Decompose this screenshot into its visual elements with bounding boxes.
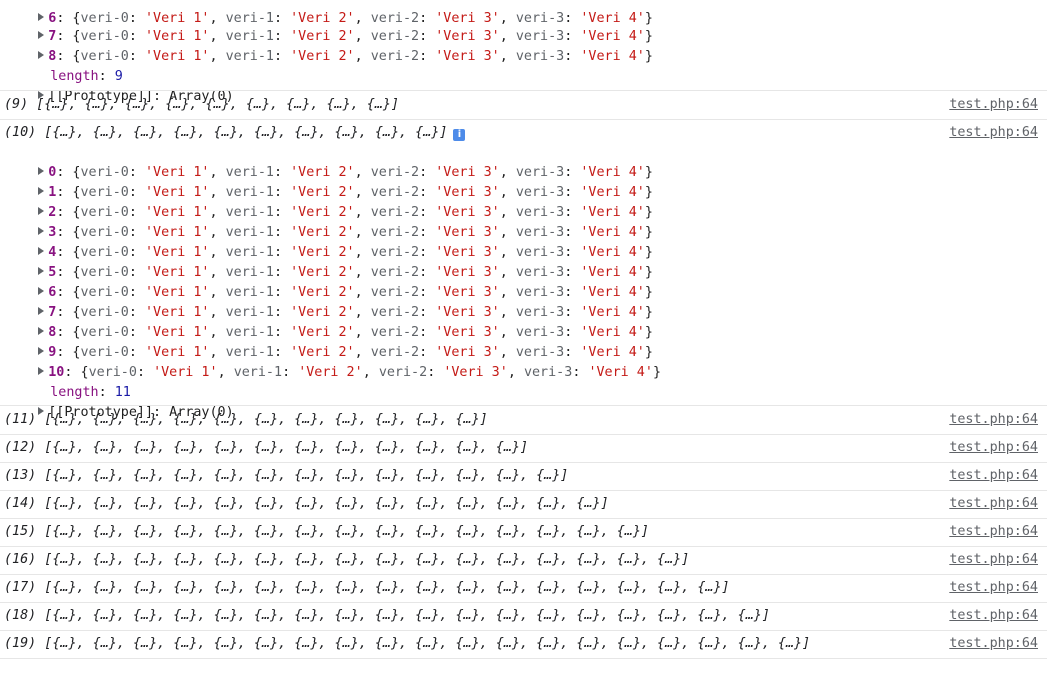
prototype-row[interactable]: [[Prototype]]: Array(0) bbox=[0, 67, 234, 104]
console-message[interactable]: (16) [{…}, {…}, {…}, {…}, {…}, {…}, {…},… bbox=[0, 550, 1047, 575]
console-message[interactable]: (9) [{…}, {…}, {…}, {…}, {…}, {…}, {…}, … bbox=[0, 95, 1047, 120]
source-link[interactable]: test.php:64 bbox=[949, 606, 1038, 626]
length-property: length: 9 bbox=[50, 69, 123, 84]
source-link[interactable]: test.php:64 bbox=[949, 494, 1038, 514]
object-row[interactable]: 9: {veri-0: 'Veri 1', veri-1: 'Veri 2', … bbox=[0, 323, 653, 360]
source-link[interactable]: test.php:64 bbox=[949, 95, 1038, 115]
object-row[interactable]: 1: {veri-0: 'Veri 1', veri-1: 'Veri 2', … bbox=[0, 163, 653, 200]
source-link[interactable]: test.php:64 bbox=[949, 438, 1038, 458]
console-message[interactable]: (13) [{…}, {…}, {…}, {…}, {…}, {…}, {…},… bbox=[0, 466, 1047, 491]
object-row[interactable]: 0: {veri-0: 'Veri 1', veri-1: 'Veri 2', … bbox=[0, 143, 653, 180]
source-link[interactable]: test.php:64 bbox=[949, 578, 1038, 598]
prototype-row[interactable]: [[Prototype]]: Array(0) bbox=[0, 383, 234, 420]
console-message[interactable]: (15) [{…}, {…}, {…}, {…}, {…}, {…}, {…},… bbox=[0, 522, 1047, 547]
object-row[interactable]: 5: {veri-0: 'Veri 1', veri-1: 'Veri 2', … bbox=[0, 243, 653, 280]
object-row[interactable]: 3: {veri-0: 'Veri 1', veri-1: 'Veri 2', … bbox=[0, 203, 653, 240]
console-message[interactable]: (18) [{…}, {…}, {…}, {…}, {…}, {…}, {…},… bbox=[0, 606, 1047, 631]
object-row[interactable]: 6: {veri-0: 'Veri 1', veri-1: 'Veri 2', … bbox=[0, 263, 653, 300]
object-row[interactable]: 4: {veri-0: 'Veri 1', veri-1: 'Veri 2', … bbox=[0, 223, 653, 260]
console-message[interactable]: (14) [{…}, {…}, {…}, {…}, {…}, {…}, {…},… bbox=[0, 494, 1047, 519]
object-row[interactable]: 10: {veri-0: 'Veri 1', veri-1: 'Veri 2',… bbox=[0, 343, 661, 380]
source-link[interactable]: test.php:64 bbox=[949, 466, 1038, 486]
message-divider bbox=[0, 90, 1047, 91]
info-icon[interactable]: i bbox=[453, 129, 466, 141]
object-row[interactable]: 2: {veri-0: 'Veri 1', veri-1: 'Veri 2', … bbox=[0, 183, 653, 220]
console-message[interactable]: (17) [{…}, {…}, {…}, {…}, {…}, {…}, {…},… bbox=[0, 578, 1047, 603]
source-link[interactable]: test.php:64 bbox=[949, 123, 1038, 143]
console-message[interactable]: (12) [{…}, {…}, {…}, {…}, {…}, {…}, {…},… bbox=[0, 438, 1047, 463]
source-link[interactable]: test.php:64 bbox=[949, 410, 1038, 430]
console-message[interactable]: (19) [{…}, {…}, {…}, {…}, {…}, {…}, {…},… bbox=[0, 634, 1047, 659]
object-row[interactable]: 8: {veri-0: 'Veri 1', veri-1: 'Veri 2', … bbox=[0, 27, 653, 64]
console-message[interactable]: (11) [{…}, {…}, {…}, {…}, {…}, {…}, {…},… bbox=[0, 410, 1047, 435]
object-row[interactable]: 7: {veri-0: 'Veri 1', veri-1: 'Veri 2', … bbox=[0, 7, 653, 44]
length-property: length: 11 bbox=[50, 385, 131, 400]
source-link[interactable]: test.php:64 bbox=[949, 550, 1038, 570]
source-link[interactable]: test.php:64 bbox=[949, 634, 1038, 654]
object-row[interactable]: 7: {veri-0: 'Veri 1', veri-1: 'Veri 2', … bbox=[0, 283, 653, 320]
object-row[interactable]: 8: {veri-0: 'Veri 1', veri-1: 'Veri 2', … bbox=[0, 303, 653, 340]
source-link[interactable]: test.php:64 bbox=[949, 522, 1038, 542]
